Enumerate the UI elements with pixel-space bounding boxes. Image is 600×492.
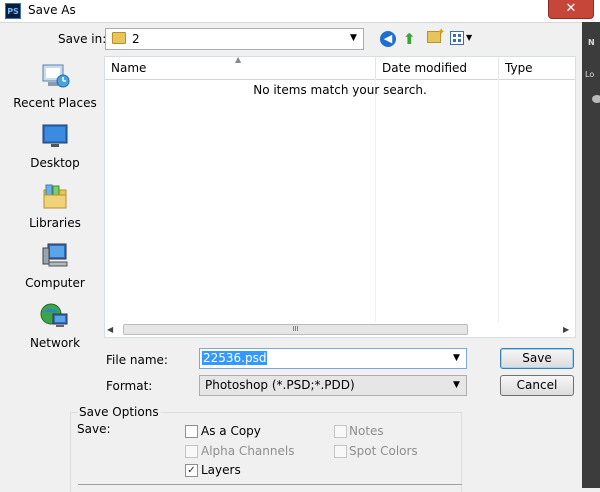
save-in-dropdown[interactable]: 2 ▼ [105, 28, 364, 50]
column-divider [375, 79, 376, 322]
check-mark-icon: ✓ [187, 465, 196, 476]
eye-icon [592, 95, 600, 103]
spot-colors-label: Spot Colors [349, 444, 418, 458]
notes-checkbox [334, 425, 347, 438]
chevron-down-icon[interactable]: ▼ [466, 33, 472, 42]
notes-label: Notes [349, 424, 384, 438]
computer-icon [42, 243, 68, 267]
save-button[interactable]: Save [500, 348, 574, 369]
back-icon[interactable]: ◀ [380, 31, 396, 47]
scroll-left-icon[interactable]: ◀ [107, 322, 113, 337]
as-a-copy-checkbox[interactable] [185, 425, 198, 438]
network-icon [40, 303, 68, 327]
window-title: Save As [28, 3, 76, 17]
file-name-label: File name: [106, 353, 168, 367]
format-value: Photoshop (*.PSD;*.PDD) [205, 378, 355, 392]
title-bar: PS Save As ✕ [0, 0, 600, 23]
layers-label: Layers [201, 463, 241, 477]
column-header-date-modified[interactable]: Date modified [376, 57, 499, 79]
chevron-down-icon[interactable]: ▼ [453, 353, 460, 363]
background-panel-label: N [588, 38, 595, 47]
alpha-channels-checkbox [185, 445, 198, 458]
spot-colors-checkbox [334, 445, 347, 458]
column-divider [498, 79, 499, 322]
grid-icon [453, 34, 461, 42]
layers-checkbox[interactable]: ✓ [185, 464, 198, 477]
place-recent-places[interactable]: Recent Places [8, 62, 102, 120]
file-name-input[interactable]: 22536.psd ▼ [199, 348, 467, 369]
views-menu-icon[interactable] [450, 31, 464, 45]
scroll-right-icon[interactable]: ▶ [563, 322, 569, 337]
sort-ascending-icon: ▲ [235, 55, 242, 64]
scrollbar-thumb[interactable]: III [123, 324, 468, 335]
recent-places-icon [42, 64, 70, 88]
place-label: Network [29, 336, 81, 350]
file-list-header: Name ▲ Date modified Type [105, 55, 575, 80]
up-folder-icon[interactable]: ⬆ [403, 30, 416, 48]
libraries-icon [43, 184, 67, 209]
chevron-down-icon: ▼ [350, 33, 357, 43]
place-desktop[interactable]: Desktop [8, 122, 102, 180]
desktop-icon [42, 124, 68, 147]
place-label: Desktop [30, 156, 80, 170]
photoshop-app-icon: PS [5, 3, 21, 19]
place-label: Recent Places [13, 96, 97, 110]
save-options-title: Save Options [77, 405, 161, 419]
place-computer[interactable]: Computer [8, 242, 102, 300]
places-bar: Recent Places Desktop Libraries Computer [8, 54, 102, 354]
column-header-type[interactable]: Type [499, 57, 575, 79]
place-network[interactable]: Network [8, 302, 102, 360]
place-libraries[interactable]: Libraries [8, 182, 102, 240]
place-label: Libraries [29, 216, 81, 230]
save-label: Save: [77, 422, 111, 436]
empty-list-message: No items match your search. [253, 83, 427, 97]
background-app-panel [582, 22, 600, 488]
format-dropdown[interactable]: Photoshop (*.PSD;*.PDD) ▼ [199, 375, 467, 396]
file-list[interactable]: Name ▲ Date modified Type No items match… [104, 55, 576, 338]
close-button[interactable]: ✕ [548, 0, 594, 19]
folder-icon [112, 32, 126, 44]
alpha-channels-label: Alpha Channels [201, 444, 295, 458]
background-panel-label: Lo [585, 70, 595, 79]
divider [78, 484, 462, 485]
file-name-value: 22536.psd [202, 351, 268, 365]
as-a-copy-label: As a Copy [201, 424, 261, 438]
horizontal-scrollbar[interactable]: ◀ III ▶ [105, 322, 575, 337]
chevron-down-icon: ▼ [453, 380, 460, 390]
new-folder-star-icon: ✦ [437, 27, 446, 38]
save-in-label: Save in: [58, 32, 107, 46]
cancel-button[interactable]: Cancel [500, 375, 574, 396]
place-label: Computer [25, 276, 85, 290]
close-icon: ✕ [565, 1, 577, 16]
save-in-value: 2 [132, 32, 140, 46]
format-label: Format: [106, 379, 153, 393]
